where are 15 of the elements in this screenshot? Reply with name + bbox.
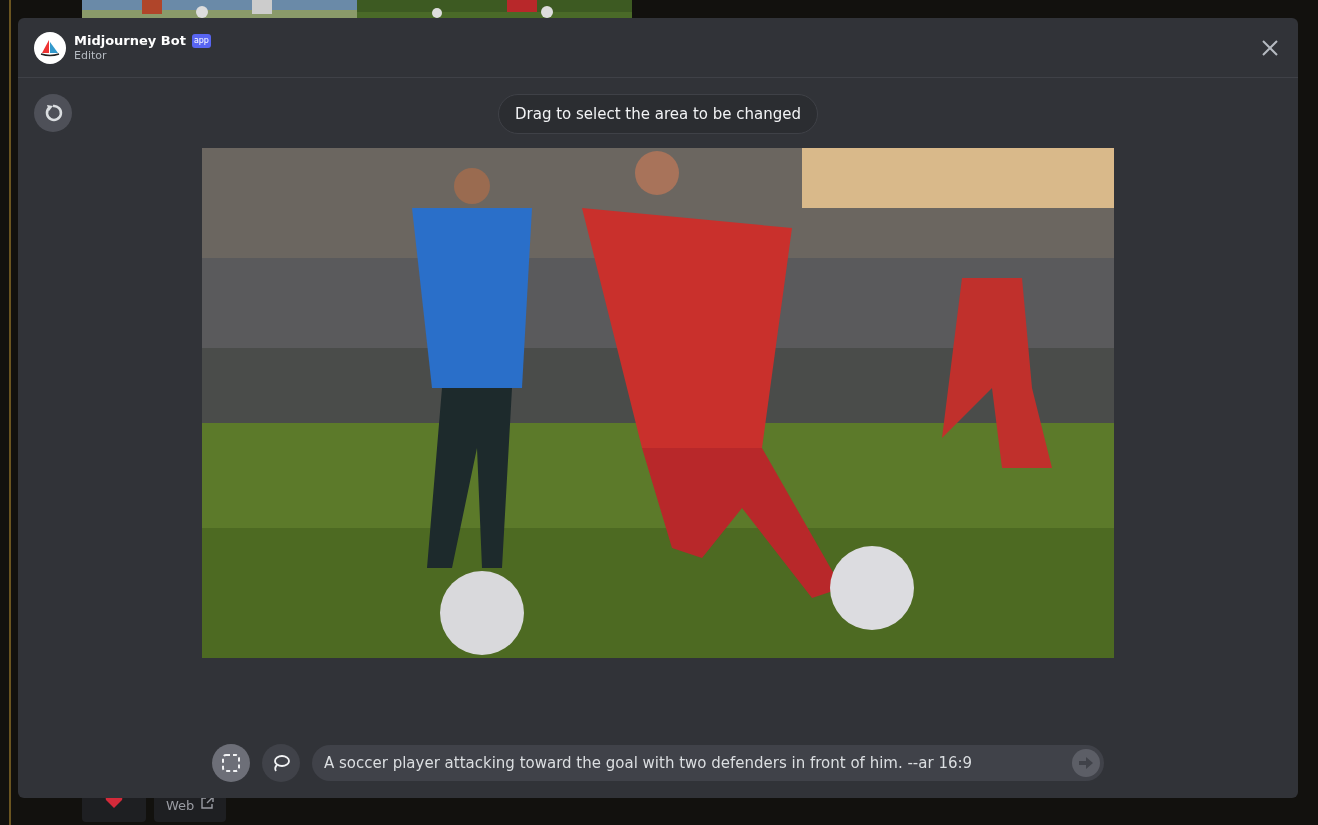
- lasso-select-button[interactable]: [262, 744, 300, 782]
- bot-avatar: [34, 31, 66, 64]
- reset-button[interactable]: [34, 94, 72, 132]
- dialog-subtitle: Editor: [74, 48, 108, 63]
- external-link-icon: [200, 796, 215, 810]
- close-icon: [1261, 38, 1279, 57]
- lasso-icon: [271, 753, 291, 773]
- arrow-icon: [1078, 756, 1094, 770]
- dashed-square-icon: [221, 753, 241, 773]
- rectangle-select-button[interactable]: [212, 744, 250, 782]
- undo-icon: [43, 103, 63, 123]
- app-badge: app: [191, 33, 211, 48]
- prompt-field[interactable]: A soccer player attacking toward the goal with two defenders in front of him. --ar 16:9: [312, 745, 1104, 781]
- instruction-pill: Drag to select the area to be changed: [497, 94, 818, 134]
- bot-name: Midjourney Bot: [74, 32, 186, 49]
